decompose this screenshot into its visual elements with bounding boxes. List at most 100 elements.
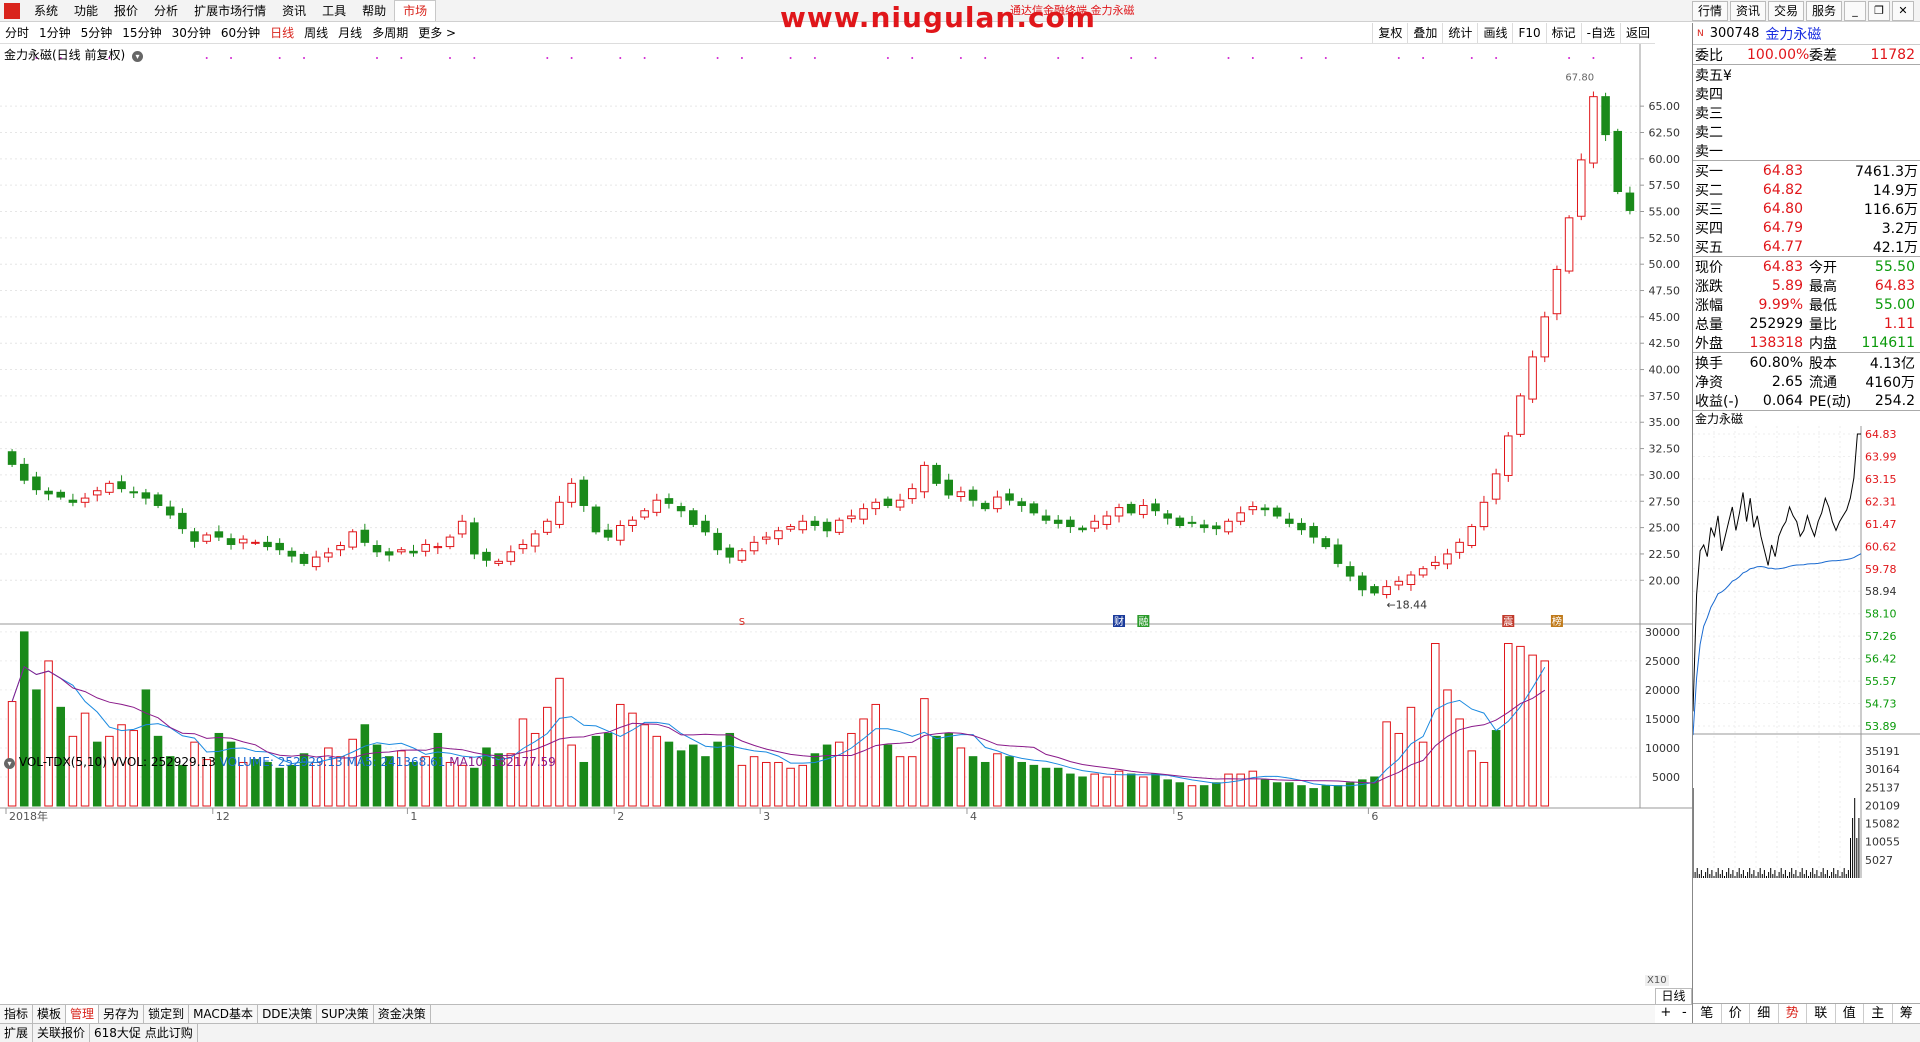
tool-zixuan[interactable]: -自选	[1580, 23, 1620, 44]
mini-tab[interactable]: 筹	[1893, 1004, 1920, 1023]
mini-tab[interactable]: 笔	[1693, 1004, 1722, 1023]
tab-suodingdao[interactable]: 锁定到	[144, 1005, 190, 1023]
candle-body	[482, 551, 491, 561]
period-30min[interactable]: 30分钟	[167, 23, 216, 44]
volume-bar	[798, 764, 808, 807]
ext-promo[interactable]: 618大促 点此订购	[90, 1024, 198, 1042]
stock-name[interactable]: 金力永磁	[1765, 24, 1821, 44]
ask-row[interactable]: 卖三	[1693, 103, 1920, 122]
quote-panel: N 300748 金力永磁 委比 100.00% 委差 11782 卖五¥ 卖四卖…	[1692, 23, 1920, 1023]
menu-item-tools[interactable]: 工具	[314, 0, 354, 22]
period-1min[interactable]: 1分钟	[34, 23, 76, 44]
tool-biaoji[interactable]: 标记	[1545, 23, 1581, 44]
mini-tab[interactable]: 势	[1779, 1004, 1807, 1023]
btn-hangqing[interactable]: 行情	[1691, 1, 1728, 21]
price-tick-label: 60.00	[1649, 153, 1681, 166]
bid-row[interactable]: 买五 64.77 42.1万	[1693, 237, 1920, 256]
volume-bar	[1382, 721, 1391, 807]
mini-tab[interactable]: 细	[1750, 1004, 1779, 1023]
volume-bar	[640, 724, 649, 807]
tool-tongji[interactable]: 统计	[1442, 23, 1477, 44]
event-marker: 榜	[1552, 615, 1562, 628]
mini-price-tick: 62.31	[1865, 495, 1897, 508]
candle-body	[1236, 512, 1245, 522]
period-daily[interactable]: 日线	[265, 23, 299, 44]
period-multi[interactable]: 多周期	[367, 23, 413, 44]
close-icon[interactable]: ✕	[1892, 1, 1914, 21]
candle-body	[1528, 356, 1537, 400]
volume-bar	[44, 660, 53, 807]
btn-zixun[interactable]: 资讯	[1729, 1, 1766, 21]
kline-chart[interactable]: 20.00 22.50 25.00 27.50 30.00 32.50 35.00 37.50…	[0, 44, 1692, 1004]
tab-macd[interactable]: MACD基本	[189, 1005, 259, 1023]
signal-dot	[1057, 57, 1060, 59]
mini-tab[interactable]: 联	[1807, 1004, 1836, 1023]
period-weekly[interactable]: 周线	[299, 23, 333, 44]
volume-bar	[311, 761, 321, 807]
chart-settings-icon[interactable]: ▾	[132, 51, 144, 62]
minimize-icon[interactable]: _	[1844, 1, 1866, 21]
vol-ma5: MA5: 241368.61	[346, 755, 446, 769]
tool-f10[interactable]: F10	[1512, 23, 1545, 44]
ask-row[interactable]: 卖一	[1693, 141, 1920, 160]
zoom-in-button[interactable]: +	[1660, 1005, 1671, 1022]
zoom-out-button[interactable]: -	[1682, 1005, 1687, 1022]
tab-lingcunwei[interactable]: 另存为	[99, 1005, 145, 1023]
period-15min[interactable]: 15分钟	[117, 23, 166, 44]
tab-muban[interactable]: 模板	[33, 1005, 67, 1023]
quote-stats: 现价 64.83 今开 55.50 涨跌 5.89 最高 64.83 涨幅 9.99% 最低 55.0…	[1693, 257, 1920, 352]
menu-item-system[interactable]: 系统	[26, 0, 66, 22]
menu-item-quote[interactable]: 报价	[106, 0, 146, 22]
bid-row[interactable]: 买二 64.82 14.9万	[1693, 180, 1920, 199]
tool-fanhui[interactable]: 返回	[1619, 23, 1655, 44]
period-5min[interactable]: 5分钟	[76, 23, 118, 44]
chart-toolbar: 复权 叠加 统计 画线 F10 标记 -自选 返回	[1372, 23, 1655, 44]
top-right-buttons: 行情 资讯 交易 服务 _ ❐ ✕	[1691, 1, 1914, 21]
ext-guanlian[interactable]: 关联报价	[33, 1024, 91, 1042]
volume-bar	[591, 735, 601, 807]
menu-item-help[interactable]: 帮助	[354, 0, 394, 22]
menu-item-ext-market[interactable]: 扩展市场行情	[186, 0, 274, 22]
candle-body	[1285, 518, 1294, 524]
candle-body	[798, 520, 808, 531]
tab-guanli[interactable]: 管理	[66, 1005, 100, 1023]
signal-dot	[1324, 57, 1327, 59]
tool-fuquan[interactable]: 复权	[1372, 23, 1407, 44]
mini-tab[interactable]: 主	[1864, 1004, 1893, 1023]
mini-tab[interactable]: 值	[1836, 1004, 1864, 1023]
mini-tab[interactable]: 价	[1722, 1004, 1750, 1023]
tab-zijin[interactable]: 资金决策	[374, 1005, 431, 1023]
period-monthly[interactable]: 月线	[333, 23, 367, 44]
tab-zhibiao[interactable]: 指标	[0, 1005, 34, 1023]
tab-sup[interactable]: SUP决策	[317, 1005, 374, 1023]
period-fenshi[interactable]: 分时	[0, 23, 34, 44]
menu-item-analysis[interactable]: 分析	[146, 0, 186, 22]
candle-body	[1345, 566, 1355, 577]
bid-row[interactable]: 买一 64.83 7461.3万	[1693, 161, 1920, 180]
ask-row[interactable]: 卖五¥	[1693, 65, 1920, 84]
period-60min[interactable]: 60分钟	[216, 23, 265, 44]
volume-settings-icon[interactable]: ▾	[4, 758, 15, 769]
tab-dde[interactable]: DDE决策	[258, 1005, 318, 1023]
ext-kuozhan[interactable]: 扩展	[0, 1024, 34, 1042]
day-frame-label[interactable]: 日线	[1655, 988, 1692, 1005]
btn-fuwu[interactable]: 服务	[1805, 1, 1842, 21]
bid-row[interactable]: 买三 64.80 116.6万	[1693, 199, 1920, 218]
period-more[interactable]: 更多 >	[413, 23, 461, 44]
candle-body	[1272, 507, 1282, 517]
intraday-mini-chart[interactable]: 64.83 63.99 63.15 62.31 61.47 60.62 59.78 58.94…	[1692, 426, 1920, 896]
x-tick-label: 12	[216, 810, 230, 823]
bid-row[interactable]: 买四 64.79 3.2万	[1693, 218, 1920, 237]
ask-row[interactable]: 卖四	[1693, 84, 1920, 103]
tool-huaxian[interactable]: 画线	[1477, 23, 1512, 44]
restore-icon[interactable]: ❐	[1868, 1, 1890, 21]
menu-item-news[interactable]: 资讯	[274, 0, 314, 22]
signal-dot	[789, 57, 792, 59]
volume-bar	[1029, 764, 1039, 807]
ask-row[interactable]: 卖二	[1693, 122, 1920, 141]
menu-item-market[interactable]: 市场	[394, 0, 437, 21]
stat-row: 总量 252929 量比 1.11	[1693, 314, 1920, 333]
menu-item-function[interactable]: 功能	[66, 0, 106, 22]
tool-diejia[interactable]: 叠加	[1407, 23, 1442, 44]
btn-jiaoyi[interactable]: 交易	[1767, 1, 1804, 21]
